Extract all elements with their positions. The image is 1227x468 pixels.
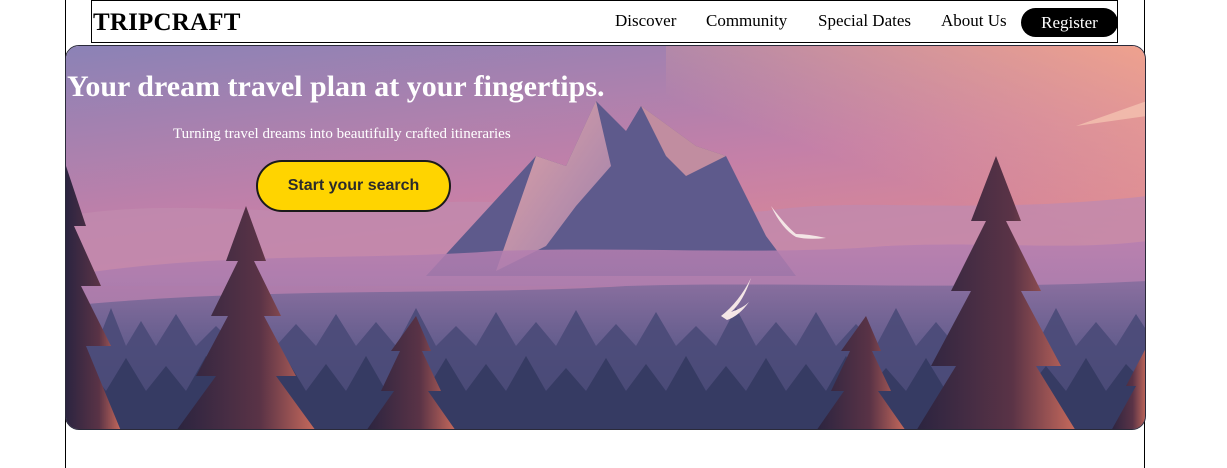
main-nav: Discover Community Special Dates About U… [92,12,1117,32]
hero-title: Your dream travel plan at your fingertip… [67,70,605,103]
nav-link-community[interactable]: Community [706,12,787,30]
register-button[interactable]: Register [1021,8,1118,37]
hero-subtitle: Turning travel dreams into beautifully c… [173,126,511,142]
hero-banner: Your dream travel plan at your fingertip… [65,45,1146,430]
top-navbar: TRIPCRAFT Discover Community Special Dat… [91,0,1118,43]
start-search-button[interactable]: Start your search [256,160,451,212]
nav-link-special-dates[interactable]: Special Dates [818,12,911,30]
nav-link-about-us[interactable]: About Us [941,12,1007,30]
nav-link-discover[interactable]: Discover [615,12,676,30]
